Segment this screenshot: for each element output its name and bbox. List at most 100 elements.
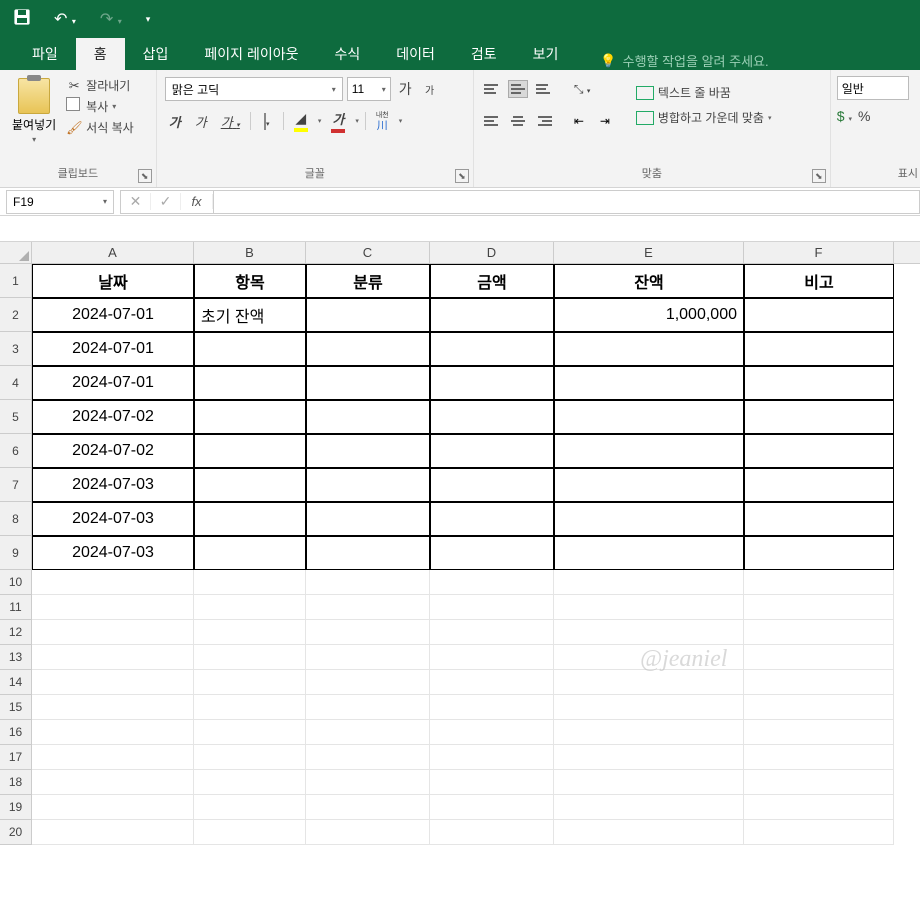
cell[interactable]: 2024-07-01: [32, 298, 194, 332]
cancel-formula-button[interactable]: ✕: [121, 193, 151, 210]
cell[interactable]: 2024-07-03: [32, 536, 194, 570]
cell[interactable]: [306, 468, 430, 502]
cell[interactable]: [430, 570, 554, 595]
decrease-indent-button[interactable]: ⇤: [574, 114, 594, 128]
cell[interactable]: [554, 434, 744, 468]
row-header[interactable]: 14: [0, 670, 32, 695]
format-painter-button[interactable]: 🖌서식 복사: [64, 118, 136, 137]
cell[interactable]: [744, 502, 894, 536]
cell[interactable]: [430, 795, 554, 820]
cell[interactable]: [306, 745, 430, 770]
shrink-font-button[interactable]: 가: [420, 80, 440, 99]
cell-header-b[interactable]: 항목: [194, 264, 306, 298]
cell[interactable]: [32, 595, 194, 620]
cell-header-f[interactable]: 비고: [744, 264, 894, 298]
cell[interactable]: [744, 670, 894, 695]
cell[interactable]: [32, 795, 194, 820]
cell[interactable]: [744, 620, 894, 645]
cell[interactable]: [306, 720, 430, 745]
cell[interactable]: [32, 570, 194, 595]
align-middle-button[interactable]: [508, 80, 528, 98]
cell[interactable]: [554, 670, 744, 695]
cell[interactable]: [306, 645, 430, 670]
increase-indent-button[interactable]: ⇥: [600, 114, 620, 128]
cell[interactable]: [32, 770, 194, 795]
cell[interactable]: [32, 720, 194, 745]
cell[interactable]: [194, 745, 306, 770]
cell[interactable]: [430, 645, 554, 670]
cell[interactable]: [744, 570, 894, 595]
row-header[interactable]: 11: [0, 595, 32, 620]
row-header[interactable]: 17: [0, 745, 32, 770]
tab-insert[interactable]: 삽입: [125, 38, 187, 70]
row-header[interactable]: 4: [0, 366, 32, 400]
cell[interactable]: [744, 720, 894, 745]
row-header[interactable]: 19: [0, 795, 32, 820]
cell[interactable]: [32, 620, 194, 645]
row-header[interactable]: 5: [0, 400, 32, 434]
cell[interactable]: [554, 695, 744, 720]
cell[interactable]: [554, 536, 744, 570]
cell[interactable]: [194, 795, 306, 820]
col-header-d[interactable]: D: [430, 242, 554, 263]
cell[interactable]: [306, 695, 430, 720]
cell[interactable]: [430, 695, 554, 720]
cell[interactable]: [306, 670, 430, 695]
row-header[interactable]: 9: [0, 536, 32, 570]
qat-customize[interactable]: ▾: [140, 12, 157, 27]
underline-button[interactable]: 가 ▾: [217, 110, 244, 133]
tab-view[interactable]: 보기: [515, 38, 577, 70]
cell[interactable]: [194, 536, 306, 570]
col-header-f[interactable]: F: [744, 242, 894, 263]
row-header[interactable]: 10: [0, 570, 32, 595]
orientation-button[interactable]: ⤡ ▾: [574, 82, 590, 97]
cut-button[interactable]: ✂잘라내기: [64, 76, 136, 95]
cell-header-e[interactable]: 잔액: [554, 264, 744, 298]
cell[interactable]: [306, 502, 430, 536]
font-launcher[interactable]: ⬊: [455, 169, 469, 183]
cell[interactable]: [194, 332, 306, 366]
cell[interactable]: [744, 434, 894, 468]
cell[interactable]: 2024-07-03: [32, 468, 194, 502]
cell[interactable]: [554, 400, 744, 434]
enter-formula-button[interactable]: ✓: [151, 193, 181, 210]
cell[interactable]: 2024-07-01: [32, 366, 194, 400]
cell[interactable]: [744, 745, 894, 770]
col-header-c[interactable]: C: [306, 242, 430, 263]
cell[interactable]: 2024-07-01: [32, 332, 194, 366]
cell[interactable]: [744, 820, 894, 845]
row-header[interactable]: 15: [0, 695, 32, 720]
col-header-a[interactable]: A: [32, 242, 194, 263]
cell[interactable]: [194, 720, 306, 745]
insert-function-button[interactable]: fx: [181, 194, 213, 209]
merge-center-button[interactable]: 병합하고 가운데 맞춤 ▾: [634, 108, 774, 127]
cell[interactable]: [430, 620, 554, 645]
cell[interactable]: [194, 434, 306, 468]
cell[interactable]: [194, 620, 306, 645]
cell[interactable]: [744, 298, 894, 332]
cell[interactable]: [744, 645, 894, 670]
cell[interactable]: [194, 770, 306, 795]
number-format-selector[interactable]: 일반: [837, 76, 909, 100]
cell[interactable]: [554, 620, 744, 645]
formula-input[interactable]: [214, 190, 920, 214]
redo-button[interactable]: ↷ ▾: [94, 7, 128, 31]
cell[interactable]: [430, 820, 554, 845]
cell[interactable]: [194, 502, 306, 536]
save-button[interactable]: [8, 7, 36, 32]
row-header[interactable]: 2: [0, 298, 32, 332]
cell[interactable]: [554, 795, 744, 820]
align-top-button[interactable]: [482, 80, 502, 98]
cell[interactable]: [430, 595, 554, 620]
cell[interactable]: [554, 720, 744, 745]
cell[interactable]: [554, 820, 744, 845]
cell[interactable]: [430, 502, 554, 536]
cell-header-d[interactable]: 금액: [430, 264, 554, 298]
row-header[interactable]: 18: [0, 770, 32, 795]
cell[interactable]: [306, 366, 430, 400]
cell[interactable]: [306, 536, 430, 570]
align-bottom-button[interactable]: [534, 80, 554, 98]
cell[interactable]: [194, 400, 306, 434]
row-header[interactable]: 3: [0, 332, 32, 366]
row-header[interactable]: 1: [0, 264, 32, 298]
